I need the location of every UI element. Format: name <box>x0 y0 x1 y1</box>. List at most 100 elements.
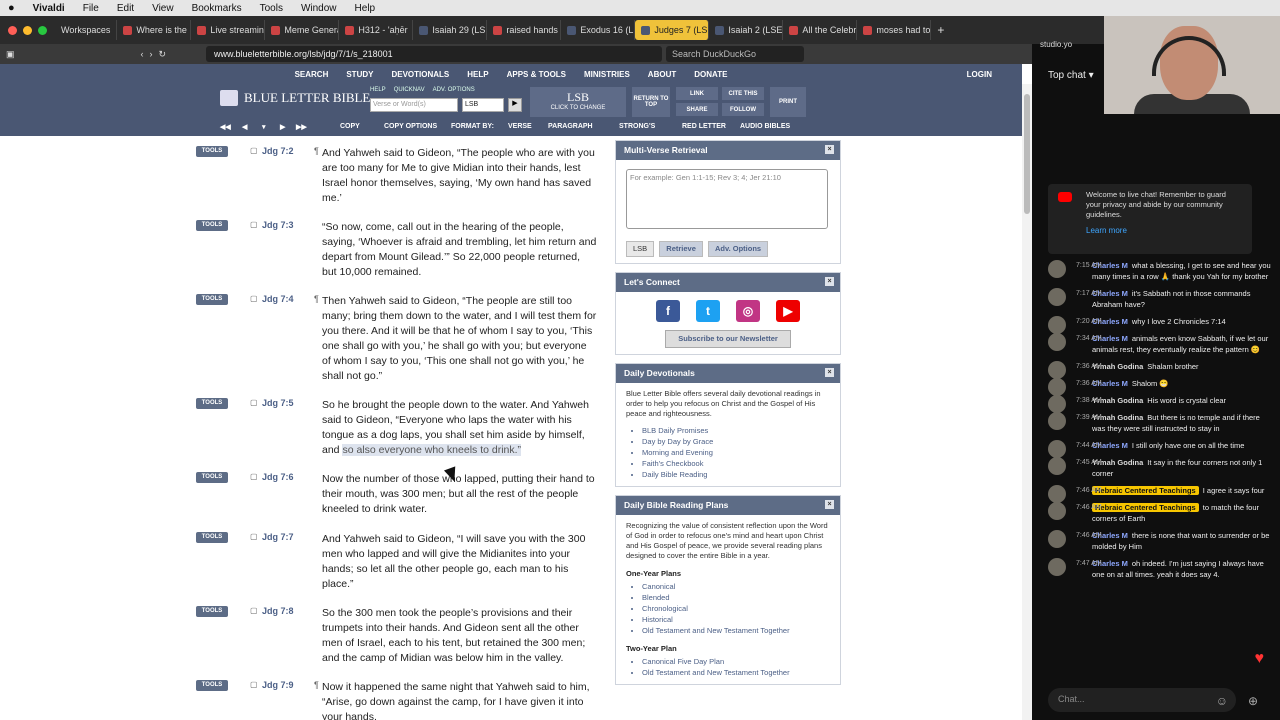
version-switch[interactable]: LSB CLICK TO CHANGE <box>530 87 626 117</box>
plan-link[interactable]: Blended <box>642 592 830 603</box>
verse-ref[interactable]: Jdg 7:2 <box>262 146 294 156</box>
tools-button[interactable]: TOOLS <box>196 472 228 483</box>
menu-file[interactable]: File <box>83 3 99 14</box>
reload-icon[interactable]: ↻ <box>159 49 167 60</box>
close-icon[interactable] <box>8 25 17 35</box>
tools-button[interactable]: TOOLS <box>196 398 228 409</box>
paragraph-format-option[interactable]: PARAGRAPH <box>548 123 593 130</box>
copy-verse-icon[interactable]: ▢ <box>250 294 258 303</box>
strongs-toggle[interactable]: STRONG'S <box>619 123 655 130</box>
link-button[interactable]: LINK <box>676 87 718 100</box>
menu-bookmarks[interactable]: Bookmarks <box>192 3 242 14</box>
nav-devotionals[interactable]: DEVOTIONALS <box>391 70 449 79</box>
tools-button[interactable]: TOOLS <box>196 294 228 305</box>
tab[interactable]: Where is the <box>117 20 192 40</box>
copy-verse-icon[interactable]: ▢ <box>250 606 258 615</box>
copy-verse-icon[interactable]: ▢ <box>250 532 258 541</box>
share-button[interactable]: SHARE <box>676 103 718 116</box>
tools-button[interactable]: TOOLS <box>196 532 228 543</box>
return-to-top-button[interactable]: RETURN TO TOP <box>632 87 670 117</box>
emoji-icon[interactable]: ☺ <box>1216 694 1228 708</box>
forward-icon[interactable]: › <box>150 49 153 59</box>
copy-button[interactable]: COPY <box>340 123 360 130</box>
adv-options-button[interactable]: Adv. Options <box>707 241 769 257</box>
tab-workspaces[interactable]: Workspaces <box>55 20 118 40</box>
learn-more-link[interactable]: Learn more <box>1086 226 1242 236</box>
tab-active[interactable]: Judges 7 (LS <box>635 20 710 40</box>
close-icon[interactable]: × <box>825 145 834 154</box>
devotional-link[interactable]: BLB Daily Promises <box>642 425 830 436</box>
adv-options-link[interactable]: ADV. OPTIONS <box>433 87 475 93</box>
verse-ref[interactable]: Jdg 7:6 <box>262 472 294 482</box>
copy-verse-icon[interactable]: ▢ <box>250 472 258 481</box>
menu-edit[interactable]: Edit <box>117 3 134 14</box>
audio-bibles-button[interactable]: AUDIO BIBLES <box>740 123 790 130</box>
menu-tools[interactable]: Tools <box>260 3 283 14</box>
prev-chapter-icon[interactable]: ◀ <box>242 123 247 131</box>
red-letter-toggle[interactable]: RED LETTER <box>682 123 726 130</box>
facebook-icon[interactable]: f <box>656 300 680 322</box>
chapter-list-icon[interactable]: ▾ <box>262 123 266 131</box>
new-tab-icon[interactable]: + <box>937 23 944 37</box>
verse-ref[interactable]: Jdg 7:7 <box>262 532 294 542</box>
tools-button[interactable]: TOOLS <box>196 146 228 157</box>
verse-ref[interactable]: Jdg 7:9 <box>262 680 294 690</box>
verse-ref[interactable]: Jdg 7:4 <box>262 294 294 304</box>
nav-study[interactable]: STUDY <box>346 70 373 79</box>
verse-ref[interactable]: Jdg 7:3 <box>262 220 294 230</box>
add-icon[interactable]: ⊕ <box>1248 694 1258 708</box>
login-link[interactable]: LOGIN <box>967 70 992 79</box>
devotional-link[interactable]: Daily Bible Reading <box>642 469 830 480</box>
devotional-link[interactable]: Morning and Evening <box>642 447 830 458</box>
tab[interactable]: Meme Genera <box>265 20 340 40</box>
scrollbar-thumb[interactable] <box>1024 94 1030 214</box>
tab[interactable]: raised hands <box>487 20 562 40</box>
menu-view[interactable]: View <box>152 3 174 14</box>
copy-verse-icon[interactable]: ▢ <box>250 146 258 155</box>
newsletter-button[interactable]: Subscribe to our Newsletter <box>665 330 791 348</box>
close-icon[interactable]: × <box>825 500 834 509</box>
copy-options-button[interactable]: COPY OPTIONS <box>384 123 437 130</box>
next-chapter-icon[interactable]: ▶ <box>280 123 285 131</box>
apple-icon[interactable]: ● <box>8 2 15 14</box>
menu-app[interactable]: Vivaldi <box>33 3 65 14</box>
page-scrollbar[interactable] <box>1022 84 1032 720</box>
plan-link[interactable]: Canonical <box>642 581 830 592</box>
copy-verse-icon[interactable]: ▢ <box>250 398 258 407</box>
tab[interactable]: Isaiah 29 (LS <box>413 20 488 40</box>
minimize-icon[interactable] <box>23 25 32 35</box>
plan-link[interactable]: Old Testament and New Testament Together <box>642 667 830 678</box>
copy-verse-icon[interactable]: ▢ <box>250 220 258 229</box>
first-chapter-icon[interactable]: ◀◀ <box>220 123 231 131</box>
plan-link[interactable]: Canonical Five Day Plan <box>642 656 830 667</box>
menu-window[interactable]: Window <box>301 3 337 14</box>
go-button[interactable]: ▶ <box>508 98 522 112</box>
tab[interactable]: moses had to <box>857 20 932 40</box>
search-input[interactable]: Search DuckDuckGo <box>666 46 804 62</box>
retrieve-button[interactable]: Retrieve <box>659 241 703 257</box>
back-icon[interactable]: ‹ <box>141 49 144 59</box>
plan-link[interactable]: Old Testament and New Testament Together <box>642 625 830 636</box>
print-button[interactable]: PRINT <box>770 87 806 117</box>
nav-help[interactable]: HELP <box>467 70 488 79</box>
blb-logo[interactable]: BLUE LETTER BIBLE <box>220 90 370 106</box>
tools-button[interactable]: TOOLS <box>196 680 228 691</box>
chat-input[interactable]: Chat... <box>1048 688 1236 712</box>
cite-button[interactable]: CITE THIS <box>722 87 764 100</box>
nav-ministries[interactable]: MINISTRIES <box>584 70 630 79</box>
tab[interactable]: Live streamin <box>191 20 266 40</box>
message-author[interactable]: Hebraic Centered Teachings <box>1092 486 1199 495</box>
instagram-icon[interactable]: ◎ <box>736 300 760 322</box>
panel-icon[interactable]: ▣ <box>6 49 15 60</box>
last-chapter-icon[interactable]: ▶▶ <box>296 123 307 131</box>
version-select[interactable]: LSB <box>462 98 504 112</box>
message-author[interactable]: Hebraic Centered Teachings <box>1092 503 1199 512</box>
selected-text[interactable]: so also everyone who kneels to drink.” <box>342 444 522 456</box>
verse-input[interactable]: Verse or Word(s) <box>370 98 458 112</box>
tab[interactable]: All the Celebr <box>783 20 858 40</box>
devotional-link[interactable]: Faith's Checkbook <box>642 458 830 469</box>
nav-search[interactable]: SEARCH <box>295 70 329 79</box>
verse-format-option[interactable]: VERSE <box>508 123 532 130</box>
tab[interactable]: Exodus 16 (L <box>561 20 636 40</box>
tab[interactable]: H312 - 'aḥēr <box>339 20 414 40</box>
